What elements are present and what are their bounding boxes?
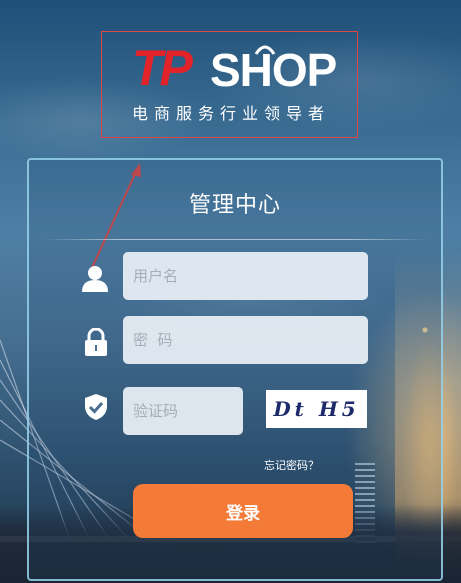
panel-title: 管理中心 — [188, 193, 281, 218]
shield-check-icon — [82, 393, 110, 421]
user-icon — [81, 264, 109, 292]
username-input[interactable] — [123, 252, 368, 300]
logo-annotation-box: TP SHOP 电商服务行业领导者 — [101, 31, 358, 138]
lock-icon — [82, 328, 110, 356]
password-input[interactable] — [123, 316, 368, 364]
logo-slogan: 电商服务行业领导者 — [132, 104, 331, 123]
tpshop-logo: TP SHOP — [132, 40, 342, 96]
title-divider — [41, 239, 429, 240]
login-button[interactable]: 登录 — [133, 484, 353, 538]
shopping-bag-icon — [254, 45, 276, 55]
captcha-input[interactable] — [123, 387, 243, 435]
forgot-password-link[interactable]: 忘记密码？ — [264, 457, 319, 473]
captcha-image[interactable]: Dt H5 — [266, 390, 367, 428]
logo-tp-text: TP — [132, 40, 193, 96]
login-panel: 管理中心 Dt H5 忘记密码？ 登录 — [27, 158, 443, 581]
